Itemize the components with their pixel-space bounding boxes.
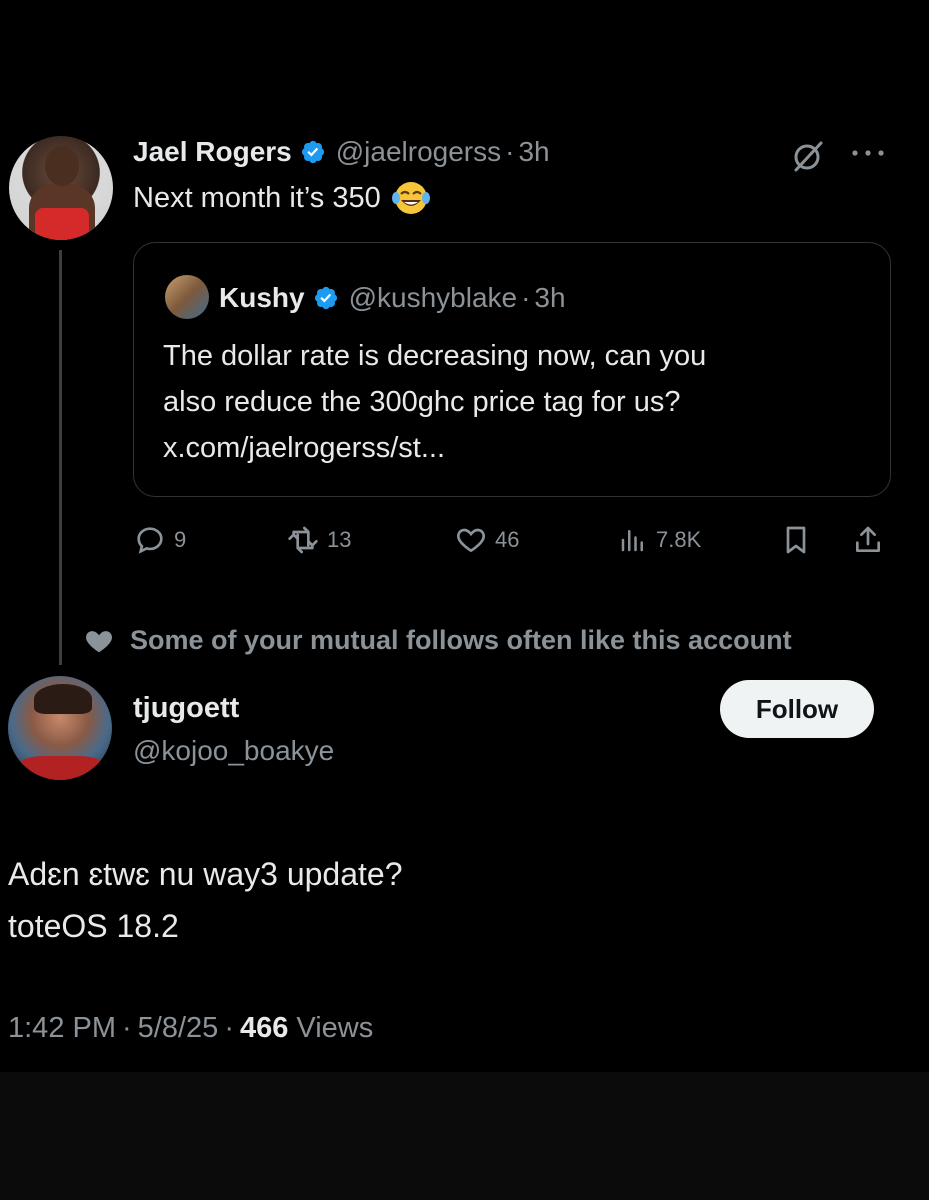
repost-icon [288,526,318,554]
separator-dot: · [122,1012,132,1044]
verified-badge-icon [301,140,324,164]
post-text-line: toteOS 18.2 [8,908,179,944]
post-views-count: 466 [239,1012,289,1044]
share-icon [856,526,880,552]
reply-icon [137,527,163,554]
quoted-text-line: also reduce the 300ghc price tag for us? [163,386,681,418]
follow-button[interactable]: Follow [720,680,874,738]
author-name[interactable]: Jael Rogers [133,136,292,168]
social-context-text: Some of your mutual follows often like t… [130,624,792,655]
share-button[interactable] [852,522,892,558]
post-date[interactable]: 5/8/25 [138,1012,219,1045]
post-meta: 1:42 PM · 5/8/25 · 466 Views [8,1012,373,1045]
screen: Jael Rogers @jaelrogerss · 3h Next month… [0,0,929,1072]
post-views-label: Views [296,1012,374,1044]
social-context: Some of your mutual follows often like t… [82,620,792,660]
thread-line [59,250,62,665]
views-count: 7.8K [656,527,702,552]
reply-count: 9 [174,527,187,552]
separator-dot: · [521,282,531,313]
avatar-hair [34,684,92,714]
quoted-text-line: The dollar rate is decreasing now, can y… [163,340,707,372]
like-button[interactable]: 46 [455,522,519,558]
bookmark-button[interactable] [780,522,820,558]
quoted-tweet-text: The dollar rate is decreasing now, can y… [163,333,863,471]
avatar-tjugoett[interactable] [8,676,112,780]
heart-icon [457,528,485,553]
avatar-face [45,146,79,186]
tears-of-joy-emoji-icon [391,182,430,214]
tweet-header: Jael Rogers @jaelrogerss · 3h [133,132,550,172]
post-body: Adɛn ɛtwɛ nu way3 update? toteOS 18.2 [8,848,402,952]
reply-author-name[interactable]: tjugoett [133,692,239,725]
post-text-line: Adɛn ɛtwɛ nu way3 update? [8,856,403,892]
quoted-text-link[interactable]: x.com/jaelrogerss/st... [163,425,863,471]
like-count: 46 [495,527,520,552]
tweet-text: Next month it’s 350 [133,178,431,218]
analytics-icon [621,530,643,552]
heart-icon [86,631,112,653]
more-icon[interactable] [847,138,889,168]
avatar-clothing [35,208,89,240]
verified-badge-icon [314,286,337,310]
repost-count: 13 [327,527,352,552]
post-time[interactable]: 1:42 PM [8,1012,116,1045]
avatar-shirt [18,756,104,780]
author-handle[interactable]: @jaelrogerss [336,136,501,168]
reply-author-handle[interactable]: @kojoo_boakye [133,735,334,767]
bookmark-icon [786,526,806,554]
quoted-tweet-header: Kushy @kushyblake · 3h [219,276,566,320]
quoted-author-name[interactable]: Kushy [219,282,305,314]
bottom-band [0,1072,929,1200]
tweet-text-content: Next month it’s 350 [133,181,381,214]
tweet-time[interactable]: 3h [518,136,549,168]
grok-icon[interactable] [790,138,826,174]
quoted-author-handle[interactable]: @kushyblake [349,282,518,314]
avatar-kushy[interactable] [165,275,209,319]
quoted-tweet-time[interactable]: 3h [534,282,565,314]
separator-dot: · [505,136,515,167]
reply-button[interactable]: 9 [134,522,186,558]
separator-dot: · [224,1012,234,1044]
views-button[interactable]: 7.8K [618,522,701,558]
avatar-jael-rogers[interactable] [9,136,113,240]
repost-button[interactable]: 13 [287,522,351,558]
